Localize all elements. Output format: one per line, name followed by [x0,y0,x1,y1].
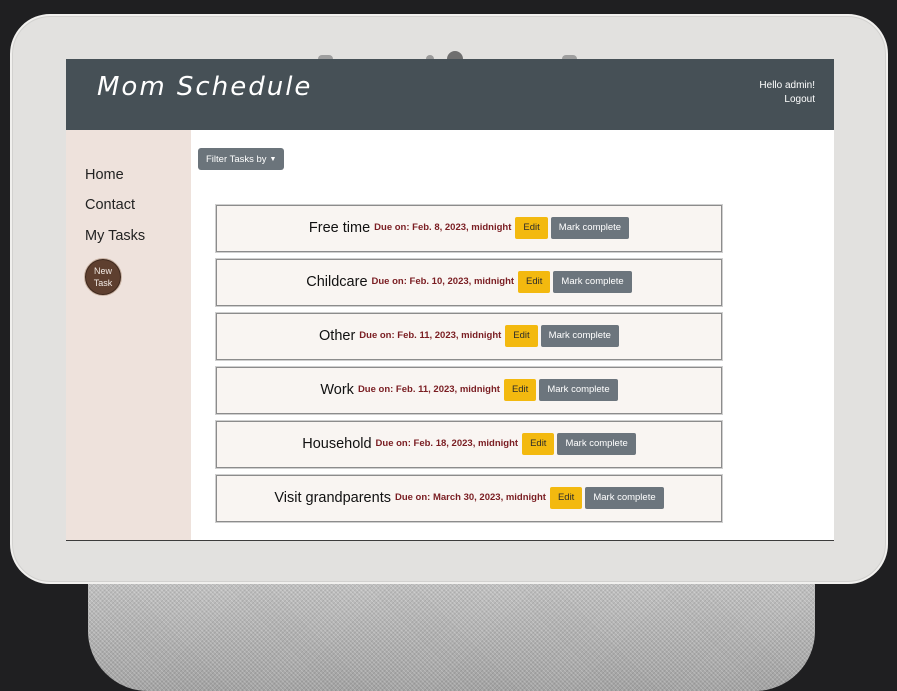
mark-complete-button[interactable]: Mark complete [585,486,664,509]
task-due-date: Due on: March 30, 2023, midnight [394,492,546,503]
task-card: Childcare Due on: Feb. 10, 2023, midnigh… [216,259,722,306]
task-card: Visit grandparents Due on: March 30, 202… [216,475,722,522]
app-header: Mom Schedule Hello admin! Logout [66,59,834,130]
task-card: Free time Due on: Feb. 8, 2023, midnight… [216,205,722,252]
new-task-label-line2: Task [93,278,113,288]
task-title: Other [319,327,356,344]
task-title: Visit grandparents [274,489,391,506]
task-due-date: Due on: Feb. 11, 2023, midnight [357,384,500,395]
task-card: Work Due on: Feb. 11, 2023, midnight Edi… [216,367,722,414]
task-due-date: Due on: Feb. 18, 2023, midnight [375,438,519,449]
task-list: Free time Due on: Feb. 8, 2023, midnight… [216,205,722,529]
edit-button[interactable]: Edit [505,324,538,347]
app-screen: Mom Schedule Hello admin! Logout Home Co… [66,59,834,541]
edit-button[interactable]: Edit [518,270,551,293]
sidebar-item-my-tasks[interactable]: My Tasks [85,228,145,244]
mark-complete-button[interactable]: Mark complete [553,270,632,293]
new-task-button[interactable]: New Task [84,258,122,296]
task-title: Household [302,435,372,452]
edit-button[interactable]: Edit [522,432,555,455]
mark-complete-button[interactable]: Mark complete [550,216,630,239]
task-card: Other Due on: Feb. 11, 2023, midnight Ed… [216,313,722,360]
mark-complete-button[interactable]: Mark complete [539,378,618,401]
edit-button[interactable]: Edit [515,216,548,239]
task-due-date: Due on: Feb. 11, 2023, midnight [359,330,502,341]
sidebar: Home Contact My Tasks New Task [66,130,191,540]
task-card: Household Due on: Feb. 18, 2023, midnigh… [216,421,722,468]
main-content: Filter Tasks by ▼ Free time Due on: Feb.… [191,130,834,540]
task-title: Work [320,381,354,398]
new-task-label-line1: New [93,266,112,276]
edit-button[interactable]: Edit [503,378,537,401]
app-title[interactable]: Mom Schedule [97,72,312,102]
filter-tasks-dropdown[interactable]: Filter Tasks by ▼ [198,148,285,170]
sidebar-item-contact[interactable]: Contact [85,197,135,213]
mark-complete-button[interactable]: Mark complete [557,432,636,455]
mark-complete-button[interactable]: Mark complete [540,324,619,347]
user-greeting: Hello admin! [759,80,815,91]
task-due-date: Due on: Feb. 10, 2023, midnight [371,276,515,287]
user-box: Hello admin! Logout [759,79,815,107]
filter-tasks-label: Filter Tasks by [206,153,267,165]
edit-button[interactable]: Edit [549,486,583,509]
logout-link[interactable]: Logout [759,93,815,107]
task-due-date: Due on: Feb. 8, 2023, midnight [374,222,512,233]
sidebar-item-home[interactable]: Home [85,167,124,183]
caret-down-icon: ▼ [269,155,277,163]
task-title: Childcare [306,273,368,290]
task-title: Free time [308,219,371,236]
